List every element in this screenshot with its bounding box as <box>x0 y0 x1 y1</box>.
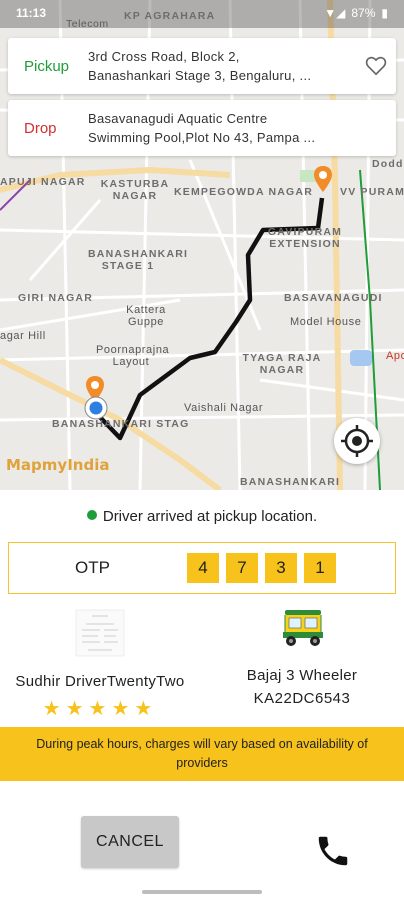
map-label: agar Hill <box>0 330 46 342</box>
pickup-card[interactable]: Pickup 3rd Cross Road, Block 2, Banashan… <box>8 38 396 94</box>
heart-icon <box>365 56 387 76</box>
map-label: Kattera Guppe <box>126 304 166 328</box>
phone-icon <box>318 836 348 866</box>
otp-box: OTP 4 7 3 1 <box>8 542 396 594</box>
map-label: Apo <box>386 350 404 362</box>
driver-photo <box>75 609 125 657</box>
status-bar: 11:13 ▼◢ 87% ▮ <box>0 0 404 26</box>
ride-status-text: Driver arrived at pickup location. <box>102 508 318 525</box>
star-icon: ★ <box>42 698 66 720</box>
battery-level: 87% <box>351 6 376 20</box>
driver-rating: ★★★★★ <box>0 696 200 721</box>
status-time: 11:13 <box>16 6 47 20</box>
map-label: BANASHANKARI <box>240 476 341 488</box>
otp-digit: 1 <box>304 553 336 583</box>
map-label: Model House <box>290 316 362 328</box>
map-label: APUJI NAGAR <box>0 176 86 188</box>
peak-hours-notice: During peak hours, charges will vary bas… <box>0 727 404 781</box>
recenter-button[interactable] <box>334 418 380 464</box>
drop-label: Drop <box>24 119 57 137</box>
map-label: Poornaprajna Layout <box>96 344 170 368</box>
otp-digit: 3 <box>265 553 297 583</box>
ride-status: Driver arrived at pickup location. <box>0 508 404 525</box>
map-label: Vaishali Nagar <box>184 402 264 414</box>
star-icon: ★ <box>134 698 158 720</box>
map-label: KEMPEGOWDA NAGAR <box>174 186 313 198</box>
map-label: TYAGA RAJA NAGAR <box>242 352 322 376</box>
map-label: Dodd <box>372 158 404 170</box>
vehicle-info: Bajaj 3 Wheeler KA22DC6543 <box>200 598 404 718</box>
drop-address-line1: Basavanagudi Aquatic Centre <box>88 111 268 126</box>
home-indicator <box>142 890 262 894</box>
otp-digit: 7 <box>226 553 258 583</box>
status-dot-icon <box>86 510 97 520</box>
map-label: BANASHANKARI STAG <box>52 418 190 430</box>
cancel-button[interactable]: CANCEL <box>81 816 179 868</box>
ride-details-panel: Driver arrived at pickup location. OTP 4… <box>0 490 404 900</box>
map-label: VV PURAM <box>340 186 404 198</box>
call-driver-button[interactable] <box>312 830 354 872</box>
battery-icon: ▮ <box>381 6 388 20</box>
drop-address-line2: Swimming Pool,Plot No 43, Pampa ... <box>88 130 316 145</box>
map-label: GIRI NAGAR <box>18 292 93 304</box>
crosshair-icon <box>341 425 373 457</box>
vehicle-plate: KA22DC6543 <box>253 690 351 707</box>
map-label: KASTURBA NAGAR <box>100 178 170 202</box>
otp-label: OTP <box>75 558 110 577</box>
drop-marker-icon <box>314 166 332 192</box>
pickup-address-line1: 3rd Cross Road, Block 2, <box>88 49 240 64</box>
vehicle-type: Bajaj 3 Wheeler <box>246 667 358 684</box>
map-label: BASAVANAGUDI <box>284 292 383 304</box>
map-brand-logo: MapmyIndia <box>6 456 110 474</box>
pickup-address: 3rd Cross Road, Block 2, Banashankari St… <box>88 47 356 85</box>
drop-address: Basavanagudi Aquatic Centre Swimming Poo… <box>88 109 396 147</box>
drop-card[interactable]: Drop Basavanagudi Aquatic Centre Swimmin… <box>8 100 396 156</box>
current-location-icon <box>84 396 108 420</box>
auto-rickshaw-icon <box>283 610 323 646</box>
map-label: BANASHANKARI STAGE 1 <box>88 248 189 272</box>
driver-name: Sudhir DriverTwentyTwo <box>15 673 185 690</box>
star-icon: ★ <box>65 698 89 720</box>
star-icon: ★ <box>111 698 135 720</box>
pickup-label: Pickup <box>24 57 70 75</box>
driver-info: Sudhir DriverTwentyTwo ★★★★★ <box>0 598 200 721</box>
favorite-button[interactable] <box>356 56 396 76</box>
otp-digit: 4 <box>187 553 219 583</box>
star-icon: ★ <box>88 698 112 720</box>
map-label: GAVIPURAM EXTENSION <box>267 226 343 250</box>
signal-icon: ▼◢ <box>324 6 346 20</box>
pickup-address-line2: Banashankari Stage 3, Bengaluru, ... <box>88 68 312 83</box>
